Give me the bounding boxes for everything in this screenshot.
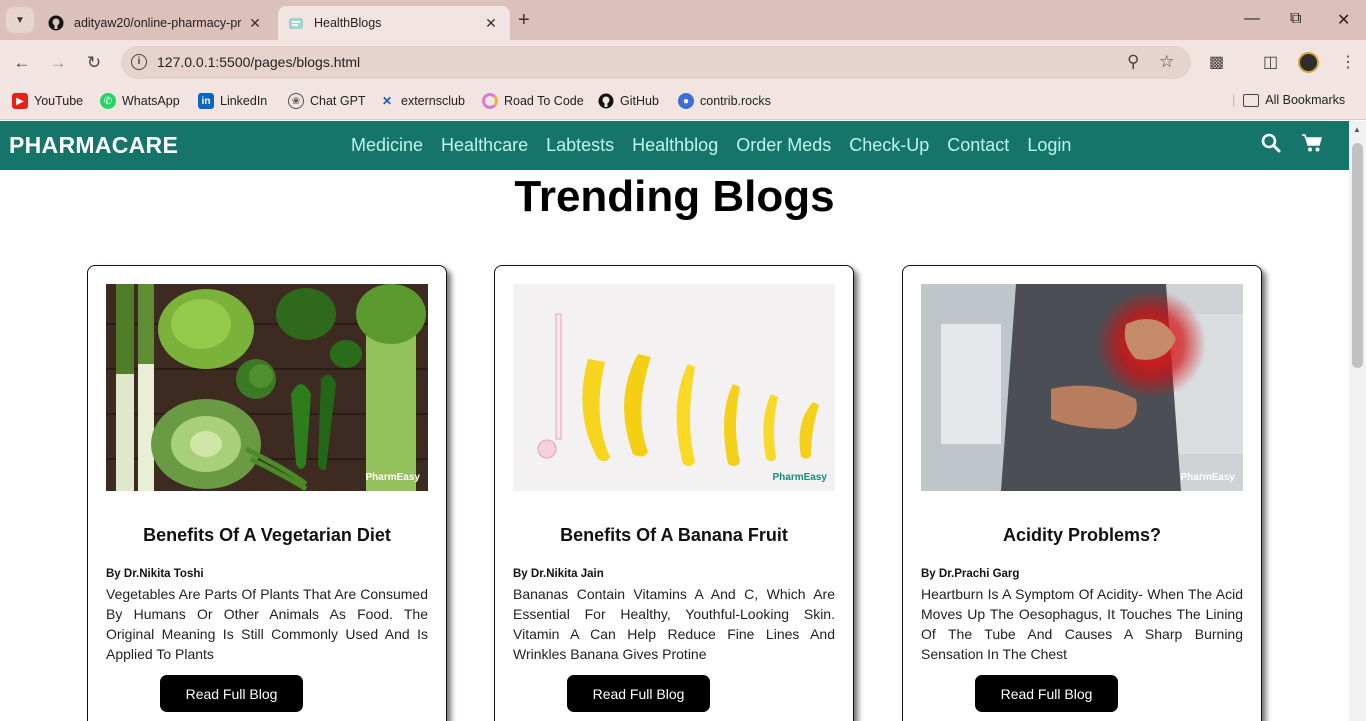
nav-labtests[interactable]: Labtests (546, 135, 614, 156)
browser-tab-bar: ▼ adityaw20/online-pharmacy-pr ✕ HealthB… (0, 0, 1366, 40)
scroll-up-icon[interactable]: ▲ (1353, 125, 1361, 134)
bookmark-chatgpt[interactable]: ❀ Chat GPT (288, 93, 366, 109)
nav-contact[interactable]: Contact (947, 135, 1009, 156)
scrollbar-thumb[interactable] (1352, 143, 1363, 368)
youtube-icon: ▶ (12, 93, 28, 109)
zoom-icon[interactable]: ⚲ (1127, 52, 1139, 72)
read-full-blog-button[interactable]: Read Full Blog (160, 675, 303, 712)
blog-card: PharmEasy Benefits Of A Banana Fruit By … (494, 265, 854, 721)
bookmark-label: Chat GPT (310, 94, 366, 108)
more-menu-icon[interactable]: ⋮ (1340, 52, 1356, 72)
blog-card: PharmEasy Benefits Of A Vegetarian Diet … (87, 265, 447, 721)
tab-title: HealthBlogs (314, 16, 382, 30)
linkedin-icon: in (198, 93, 214, 109)
blog-author: By Dr.Nikita Toshi (106, 568, 204, 580)
tab-healthblogs[interactable]: HealthBlogs ✕ (278, 6, 510, 40)
read-full-blog-button[interactable]: Read Full Blog (975, 675, 1118, 712)
contrib-icon: ● (678, 93, 694, 109)
site-navbar: PHARMACARE Medicine Healthcare Labtests … (0, 121, 1349, 170)
browser-toolbar: ← → ↻ i 127.0.0.1:5500/pages/blogs.html … (0, 40, 1366, 86)
url-text[interactable]: 127.0.0.1:5500/pages/blogs.html (157, 54, 360, 70)
blog-image-vegetables: PharmEasy (106, 284, 428, 491)
blog-author: By Dr.Prachi Garg (921, 568, 1020, 580)
blog-title: Benefits Of A Banana Fruit (560, 525, 788, 545)
pharmeasy-watermark: PharmEasy (1180, 472, 1235, 483)
roadtocode-icon (482, 93, 498, 109)
bookmark-github[interactable]: GitHub (598, 93, 659, 109)
bookmark-label: LinkedIn (220, 94, 268, 108)
page-favicon-icon (288, 15, 304, 31)
window-close-icon[interactable]: ✕ (1337, 10, 1350, 30)
profile-avatar[interactable] (1298, 52, 1319, 73)
restore-icon[interactable]: ⧉ (1290, 10, 1301, 28)
close-icon[interactable]: ✕ (246, 15, 264, 32)
bookmarks-bar: ▶ YouTube ✆ WhatsApp in LinkedIn ❀ Chat … (0, 86, 1366, 120)
side-panel-icon[interactable]: ◫ (1263, 52, 1278, 72)
bookmark-label: All Bookmarks (1265, 93, 1346, 107)
blog-description: Vegetables Are Parts Of Plants That Are … (106, 586, 428, 662)
pharmeasy-watermark: PharmEasy (365, 472, 420, 483)
blog-title: Benefits Of A Vegetarian Diet (143, 525, 391, 545)
forward-icon[interactable]: → (45, 50, 71, 76)
bookmark-externsclub[interactable]: ✕ externsclub (379, 93, 465, 109)
blog-description: Heartburn Is A Symptom Of Acidity- When … (921, 586, 1243, 662)
blog-image-bananas: PharmEasy (513, 284, 835, 491)
bookmark-linkedin[interactable]: in LinkedIn (198, 93, 267, 109)
blog-title: Acidity Problems? (1002, 525, 1162, 545)
tab-github[interactable]: adityaw20/online-pharmacy-pr ✕ (38, 6, 274, 40)
address-bar[interactable]: i 127.0.0.1:5500/pages/blogs.html ⚲ ☆ (121, 46, 1191, 79)
bookmark-label: Road To Code (504, 94, 584, 108)
bookmark-label: contrib.rocks (700, 94, 771, 108)
minimize-icon[interactable]: — (1244, 10, 1260, 28)
nav-order-meds[interactable]: Order Meds (736, 135, 831, 156)
externsclub-icon: ✕ (381, 94, 393, 108)
bookmark-youtube[interactable]: ▶ YouTube (12, 93, 83, 109)
divider: | (1232, 93, 1236, 107)
bookmark-star-icon[interactable]: ☆ (1159, 52, 1174, 72)
nav-healthcare[interactable]: Healthcare (441, 135, 528, 156)
back-icon[interactable]: ← (9, 50, 35, 76)
nav-medicine[interactable]: Medicine (351, 135, 423, 156)
search-icon[interactable] (1261, 133, 1281, 159)
blog-card: PharmEasy Acidity Problems? By Dr.Prachi… (902, 265, 1262, 721)
bookmark-label: externsclub (401, 94, 465, 108)
nav-healthblog[interactable]: Healthblog (632, 135, 718, 156)
pharmeasy-watermark: PharmEasy (772, 472, 827, 483)
tab-title: adityaw20/online-pharmacy-pr (74, 16, 242, 30)
site-info-icon[interactable]: i (131, 54, 147, 70)
bookmark-label: YouTube (34, 94, 84, 108)
page-title: Trending Blogs (514, 172, 835, 221)
github-icon (48, 15, 64, 31)
page-viewport: PHARMACARE Medicine Healthcare Labtests … (0, 121, 1349, 721)
bookmark-label: WhatsApp (122, 94, 180, 108)
main-menu: Medicine Healthcare Labtests Healthblog … (351, 135, 1071, 156)
cart-icon[interactable] (1301, 133, 1323, 159)
extensions-icon[interactable]: ▩ (1209, 52, 1224, 72)
new-tab-button[interactable]: + (518, 9, 530, 31)
bookmark-roadtocode[interactable]: Road To Code (482, 93, 584, 109)
blog-author: By Dr.Nikita Jain (513, 568, 604, 580)
reload-icon[interactable]: ↻ (81, 50, 107, 76)
close-icon[interactable]: ✕ (482, 15, 500, 32)
bookmark-label: GitHub (620, 94, 659, 108)
blog-image-acidity: PharmEasy (921, 284, 1243, 491)
bookmark-whatsapp[interactable]: ✆ WhatsApp (100, 93, 180, 109)
site-logo[interactable]: PHARMACARE (9, 132, 178, 159)
chatgpt-icon: ❀ (288, 93, 304, 109)
github-icon (598, 93, 614, 109)
whatsapp-icon: ✆ (100, 93, 116, 109)
folder-icon (1243, 93, 1260, 107)
blog-description: Bananas Contain Vitamins A And C, Which … (513, 586, 835, 662)
read-full-blog-button[interactable]: Read Full Blog (567, 675, 710, 712)
bookmark-contrib[interactable]: ● contrib.rocks (678, 93, 771, 109)
all-bookmarks[interactable]: | All Bookmarks (1232, 93, 1345, 107)
nav-check-up[interactable]: Check-Up (849, 135, 929, 156)
page-scrollbar[interactable]: ▲ (1349, 121, 1366, 721)
nav-login[interactable]: Login (1027, 135, 1071, 156)
tab-search-button[interactable]: ▼ (6, 7, 34, 33)
